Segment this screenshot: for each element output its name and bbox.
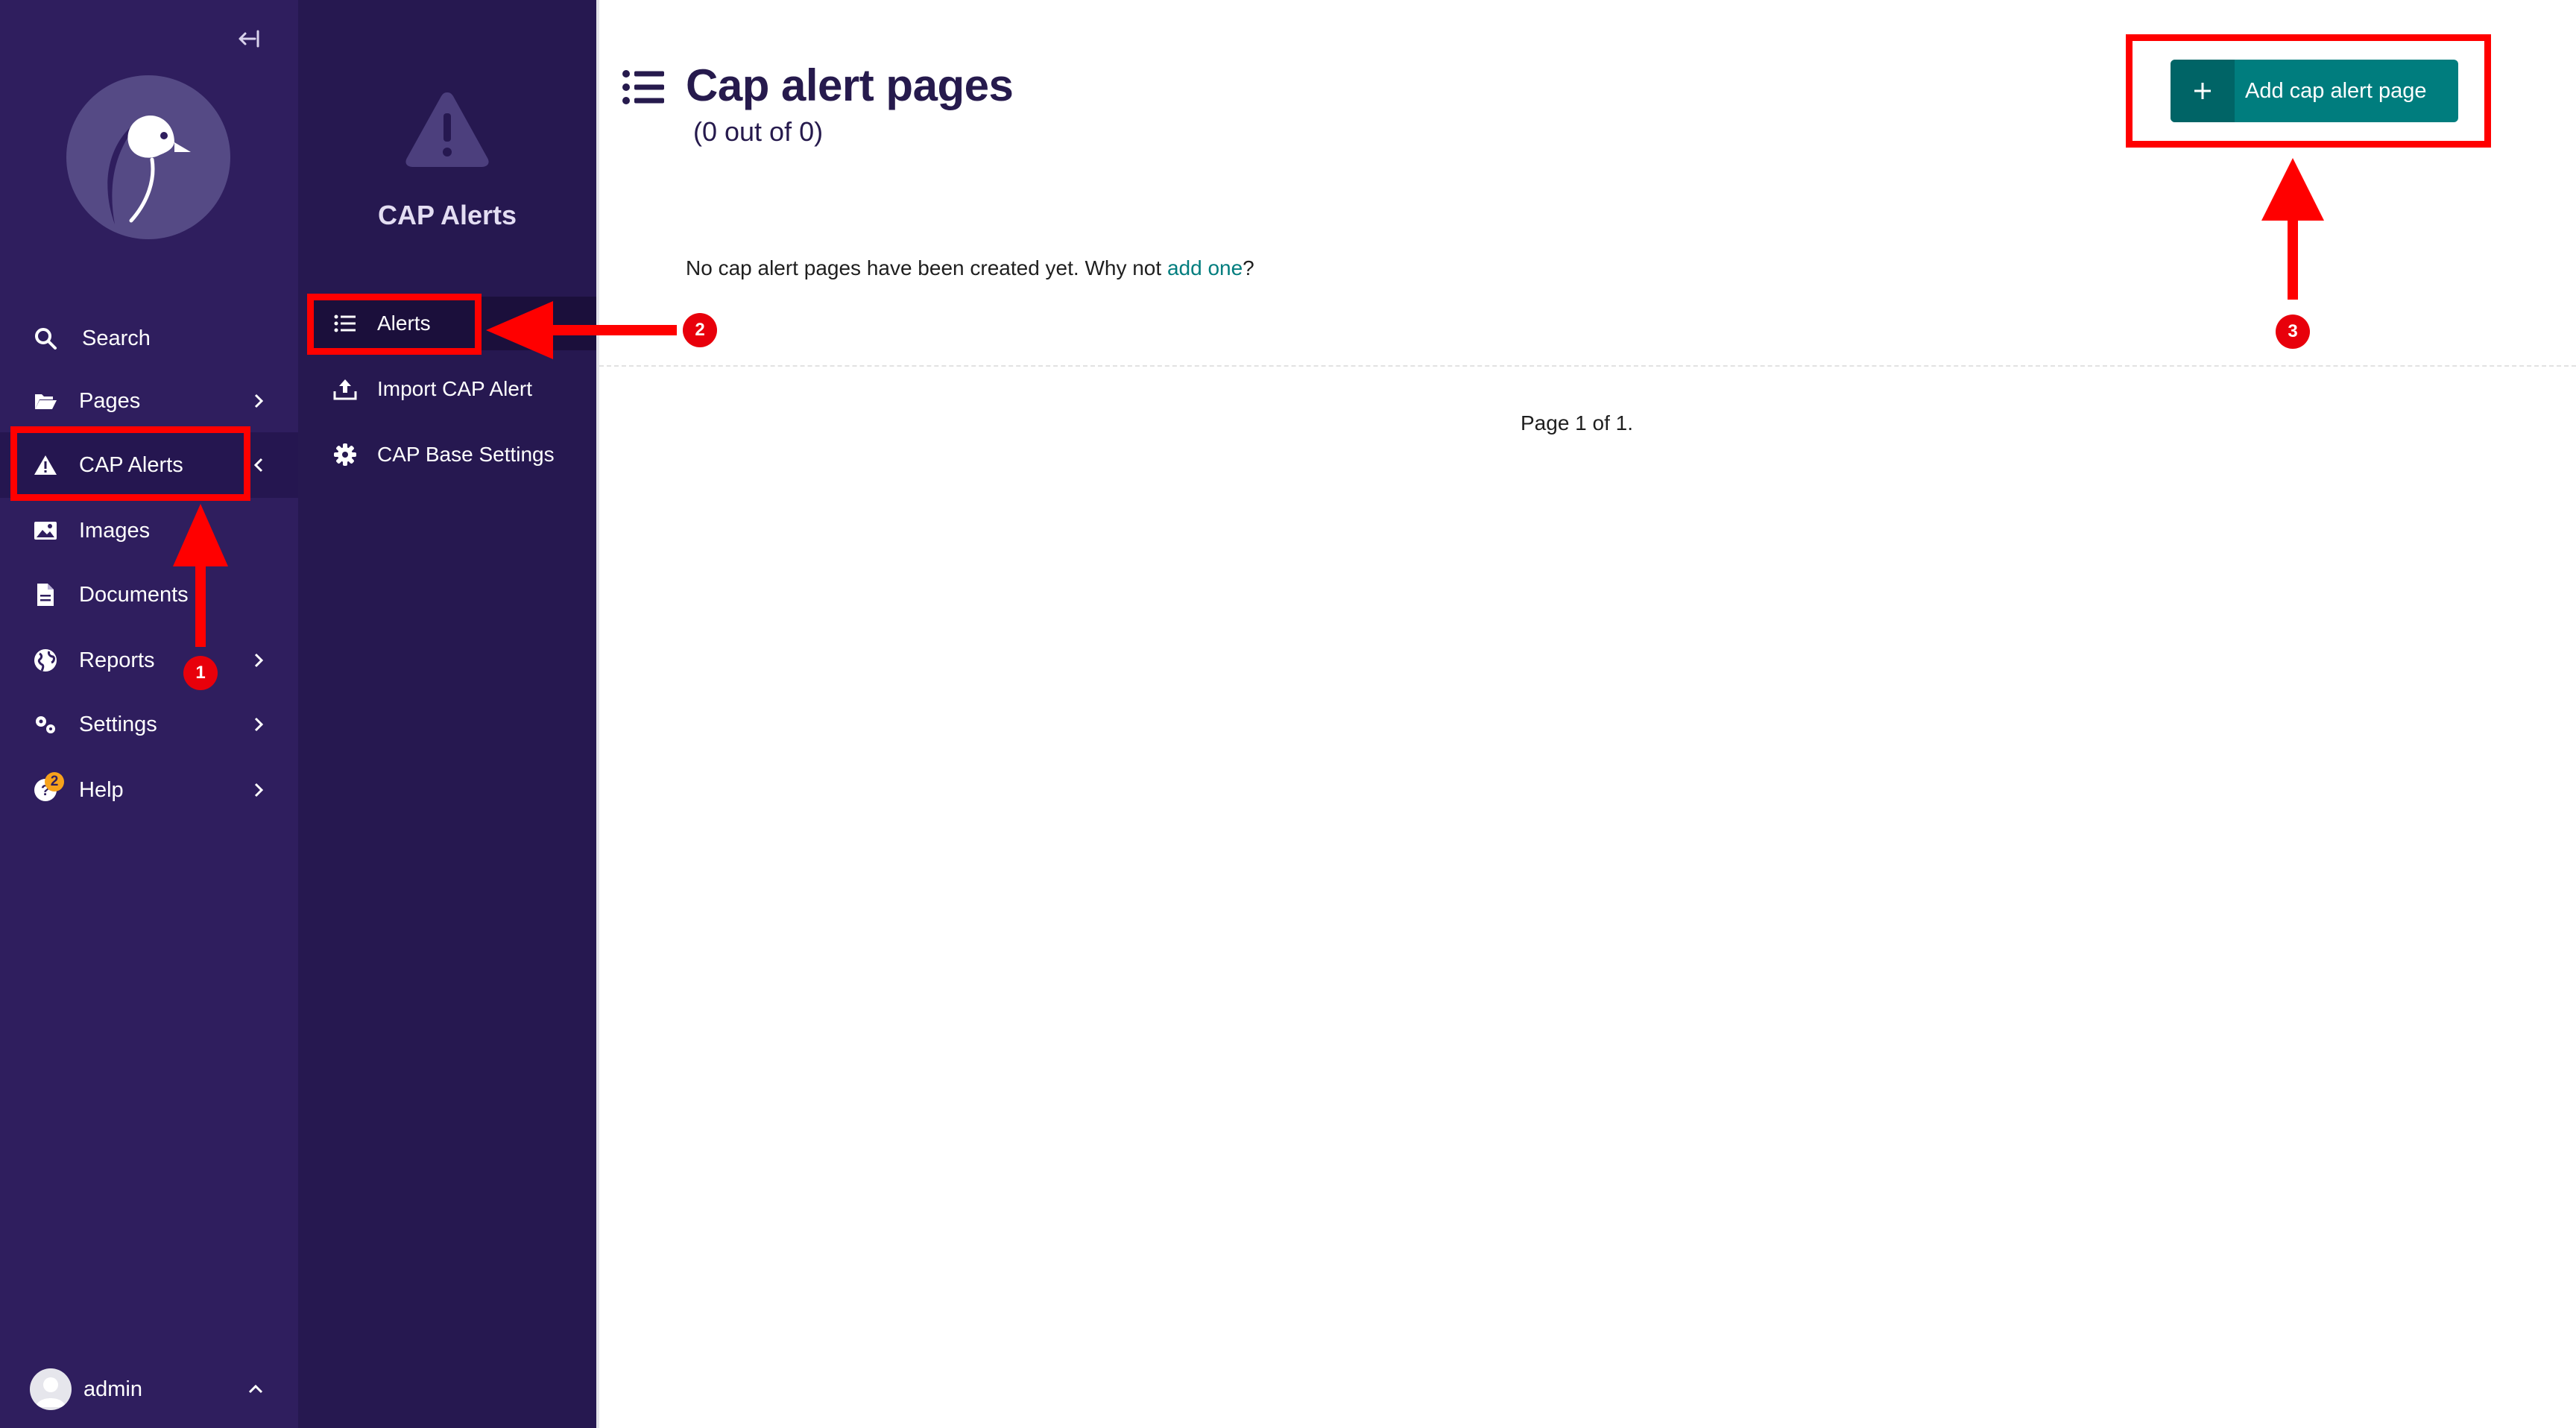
add-one-link[interactable]: add one (1167, 256, 1243, 279)
chevron-right-icon (254, 717, 264, 732)
wagtail-bird-logo[interactable] (63, 72, 234, 243)
warning-icon (405, 92, 489, 167)
sidebar-item-label: Help (79, 777, 124, 802)
account-username: admin (83, 1377, 142, 1401)
step-marker-1: 1 (183, 656, 218, 690)
chevron-right-icon (254, 394, 264, 408)
submenu-item-label: CAP Base Settings (377, 443, 555, 466)
sidebar-item-label: Reports (79, 648, 155, 672)
document-icon (37, 584, 54, 606)
account-menu[interactable]: admin (0, 1356, 298, 1422)
cap-alerts-submenu: CAP Alerts Alerts Import CAP Alert CAP B… (298, 0, 596, 1428)
sidebar-item-label: Pages (79, 388, 141, 413)
avatar (30, 1368, 72, 1410)
sidebar-item-documents[interactable]: Documents (0, 562, 298, 628)
submenu-item-cap-base-settings[interactable]: CAP Base Settings (310, 428, 596, 481)
collapse-sidebar-button[interactable] (233, 22, 265, 55)
sidebar-item-help[interactable]: ? 2 Help (0, 757, 298, 823)
highlight-box-step-2 (307, 294, 482, 355)
help-notification-badge: 2 (45, 772, 64, 792)
submenu-title: CAP Alerts (377, 200, 517, 230)
step-marker-2: 2 (683, 313, 717, 347)
section-divider (599, 365, 2576, 367)
chevron-right-icon (254, 783, 264, 797)
sidebar-item-images[interactable]: Images (0, 498, 298, 563)
chevron-up-icon (248, 1384, 263, 1394)
empty-message-suffix: ? (1243, 256, 1254, 279)
sidebar-item-search[interactable]: Search (0, 306, 298, 371)
list-icon (622, 70, 664, 104)
result-count: (0 out of 0) (693, 116, 824, 147)
sidebar-item-label: Images (79, 518, 151, 543)
folder-open-icon (35, 394, 57, 409)
chevron-left-icon (253, 458, 263, 473)
sidebar-item-reports[interactable]: Reports (0, 628, 298, 693)
empty-message-text: No cap alert pages have been created yet… (686, 256, 1167, 279)
globe-icon (34, 649, 57, 672)
sidebar-item-label: Settings (79, 712, 157, 736)
collapse-sidebar-icon (239, 30, 259, 48)
gear-icon (334, 443, 356, 466)
sidebar-item-label: Documents (79, 582, 189, 607)
step-marker-3: 3 (2276, 315, 2310, 349)
submenu-item-import-cap-alert[interactable]: Import CAP Alert (310, 362, 596, 416)
upload-icon (333, 379, 357, 400)
sidebar-item-label: Search (82, 326, 151, 350)
main-sidebar: Search Pages CAP Alerts Images Documents… (0, 0, 298, 1428)
page-title: Cap alert pages (686, 60, 1014, 110)
pagination-status: Page 1 of 1. (1521, 411, 1634, 435)
image-icon (34, 522, 57, 540)
cogs-icon (36, 716, 55, 733)
sidebar-item-settings[interactable]: Settings (0, 692, 298, 757)
highlight-box-step-1 (10, 426, 250, 501)
chevron-right-icon (254, 653, 264, 668)
highlight-box-step-3 (2126, 34, 2491, 148)
sidebar-item-pages[interactable]: Pages (0, 368, 298, 434)
content-divider (596, 0, 599, 1428)
search-icon (35, 328, 57, 350)
empty-state-message: No cap alert pages have been created yet… (686, 256, 1254, 280)
submenu-item-label: Import CAP Alert (377, 377, 533, 400)
